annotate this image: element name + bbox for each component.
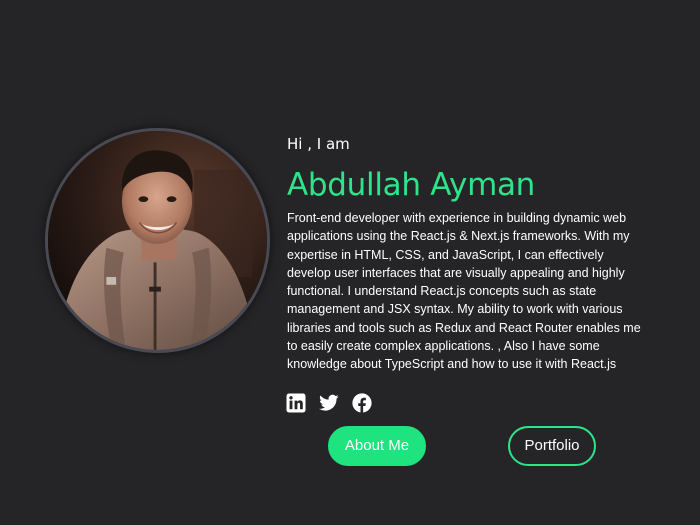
hero-section: Hi , I am Abdullah Ayman Front-end devel… [0, 0, 700, 525]
linkedin-icon[interactable] [286, 393, 306, 413]
greeting-text: Hi , I am [287, 135, 350, 153]
social-links [286, 393, 372, 413]
about-me-button[interactable]: About Me [328, 426, 426, 466]
profile-name: Abdullah Ayman [287, 167, 536, 203]
bio-text: Front-end developer with experience in b… [287, 211, 641, 372]
intro-block: Hi , I am Abdullah Ayman Front-end devel… [287, 134, 647, 374]
facebook-icon[interactable] [352, 393, 372, 413]
portfolio-button[interactable]: Portfolio [508, 426, 596, 466]
profile-photo [45, 128, 270, 353]
twitter-icon[interactable] [319, 393, 339, 413]
